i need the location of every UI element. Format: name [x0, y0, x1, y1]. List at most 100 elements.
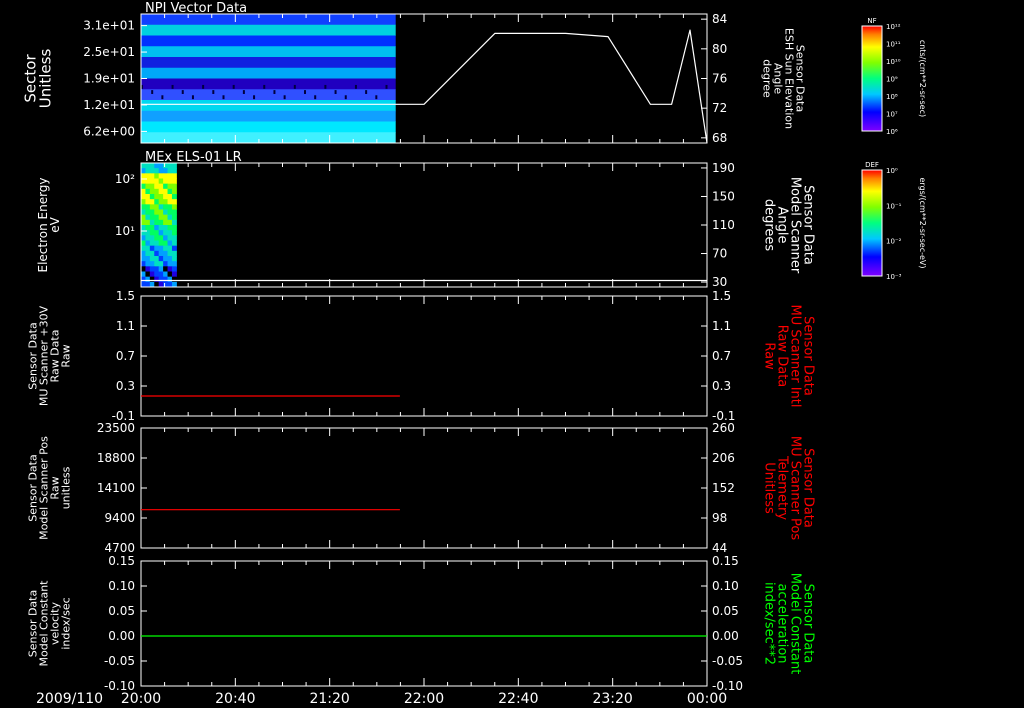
- heatmap-cell: [149, 230, 155, 236]
- date-label: 2009/110: [36, 691, 103, 707]
- y-tick-label: 14100: [97, 481, 135, 495]
- heatmap-speckle: [253, 95, 256, 100]
- heatmap-cell: [145, 271, 151, 278]
- y-tick-label: 0.15: [108, 554, 135, 568]
- heatmap-cell: [167, 240, 173, 247]
- heatmap-cell: [171, 199, 177, 205]
- y2-tick-label: 110: [712, 218, 735, 232]
- heatmap-cell: [145, 235, 151, 241]
- heatmap-cell: [149, 235, 155, 241]
- heatmap-cell: [163, 173, 169, 179]
- time-tick-label: 23:20: [592, 691, 632, 707]
- heatmap-cell: [163, 219, 169, 226]
- heatmap-cell: [141, 78, 396, 90]
- heatmap-speckle: [365, 90, 368, 94]
- heatmap-cell: [141, 250, 146, 257]
- y2-axis-label-line: index/sec**2: [762, 582, 777, 665]
- colorbar-gradient: [861, 169, 883, 277]
- heatmap-cell: [149, 214, 155, 221]
- y2-tick-label: 30: [712, 275, 727, 289]
- heatmap-cell: [141, 89, 396, 101]
- colorbar-unit: ergs/(cm**2-sr-sec-eV): [918, 177, 927, 268]
- heatmap-cell: [141, 204, 146, 210]
- heatmap-speckle: [232, 84, 235, 89]
- heatmap-cell: [171, 266, 177, 272]
- y2-axis-label-line: degree: [761, 59, 774, 98]
- panel-1: NPI Vector Data 3.1e+01 2.5e+01 1.9e+01 1.2e…: [22, 1, 807, 145]
- heatmap-cell: [149, 194, 155, 200]
- heatmap-cell: [158, 194, 164, 200]
- colorbar-gradient: [861, 25, 883, 132]
- heatmap-cell: [171, 271, 177, 278]
- y-axis-label: Electron EnergyeV: [36, 177, 62, 272]
- heatmap-cell: [154, 235, 160, 241]
- heatmap-cell: [149, 266, 155, 272]
- heatmap-cell: [141, 57, 396, 69]
- time-tick-label: 22:00: [404, 691, 444, 707]
- heatmap-cell: [141, 225, 146, 231]
- colorbar-tick-label: 10⁶: [886, 128, 898, 136]
- y2-tick-label: 84: [712, 12, 727, 26]
- heatmap-cell: [149, 245, 155, 252]
- heatmap-cell: [167, 209, 173, 216]
- y-axis-label-line: eV: [48, 216, 62, 232]
- y-tick-label: 0.00: [108, 629, 135, 643]
- heatmap-cell: [171, 276, 177, 283]
- heatmap-cell: [171, 194, 177, 200]
- y2-axis-label: Sensor DataModel Constantaccelerationind…: [762, 573, 816, 675]
- heatmap-cell: [167, 276, 173, 283]
- y2-tick-label: 44: [712, 541, 727, 555]
- y-tick-label: 3.1e+01: [83, 19, 135, 33]
- time-tick-label: 22:40: [498, 691, 538, 707]
- heatmap-cell: [171, 183, 177, 190]
- heatmap-cell: [141, 168, 146, 174]
- heatmap-cell: [145, 183, 151, 190]
- colorbar-1: NF 10¹² 10¹¹ 10¹⁰ 10⁹ 10⁸ 10⁷ 10⁶ cnts/(cm**2-sr…: [861, 17, 927, 136]
- y-tick-label: 1.5: [116, 289, 135, 303]
- heatmap-cell: [149, 261, 155, 267]
- heatmap-cell: [167, 204, 173, 210]
- plot-canvas: NPI Vector Data 3.1e+01 2.5e+01 1.9e+01 1.2e…: [22, 1, 928, 707]
- heatmap-speckle: [314, 95, 317, 100]
- heatmap-cell: [141, 266, 146, 272]
- heatmap-cell: [171, 261, 177, 267]
- time-tick-label: 21:20: [309, 691, 349, 707]
- heatmap-cell: [167, 271, 173, 278]
- heatmap-cell: [141, 188, 146, 195]
- heatmap-cell: [154, 266, 160, 272]
- heatmap-cell: [141, 219, 146, 226]
- heatmap-cell: [141, 173, 146, 179]
- heatmap-speckle: [273, 90, 276, 94]
- y-tick-label: 2.5e+01: [83, 45, 135, 59]
- heatmap-cell: [141, 35, 396, 47]
- y2-tick-label: 190: [712, 161, 735, 175]
- colorbar-tick-label: 10¹⁰: [886, 58, 901, 66]
- heatmap-cell: [154, 183, 160, 190]
- heatmap-cell: [163, 225, 169, 231]
- y-axis-label-line: Raw: [60, 344, 73, 367]
- y-tick-label: 1.1: [116, 319, 135, 333]
- colorbar-tick-label: 10⁰: [886, 167, 898, 175]
- heatmap-cell: [141, 132, 396, 144]
- heatmap-cell: [167, 168, 173, 174]
- time-tick-label: 00:00: [687, 691, 727, 707]
- heatmap-cell: [145, 168, 151, 174]
- heatmap-cell: [149, 271, 155, 278]
- panel-3: 1.51.10.70.3-0.11.51.10.70.3-0.1Sensor D…: [27, 289, 816, 423]
- heatmap-speckle: [344, 95, 347, 100]
- heatmap-cell: [163, 256, 169, 262]
- y2-tick-label: 80: [712, 42, 727, 56]
- heatmap-cell: [145, 199, 151, 205]
- y-tick-label: 0.7: [116, 349, 135, 363]
- y2-tick-label: 152: [712, 481, 735, 495]
- heatmap-cell: [158, 245, 164, 252]
- heatmap-cell: [149, 183, 155, 190]
- y-axis-label-line: unitless: [60, 466, 73, 509]
- y-axis-label-line: Unitless: [37, 49, 55, 109]
- heatmap-cell: [154, 188, 160, 195]
- y2-tick-label: 1.5: [712, 289, 731, 303]
- heatmap-cell: [149, 219, 155, 226]
- heatmap-cell: [149, 178, 155, 185]
- heatmap-cell: [154, 225, 160, 231]
- y2-tick-label: 0.00: [712, 629, 739, 643]
